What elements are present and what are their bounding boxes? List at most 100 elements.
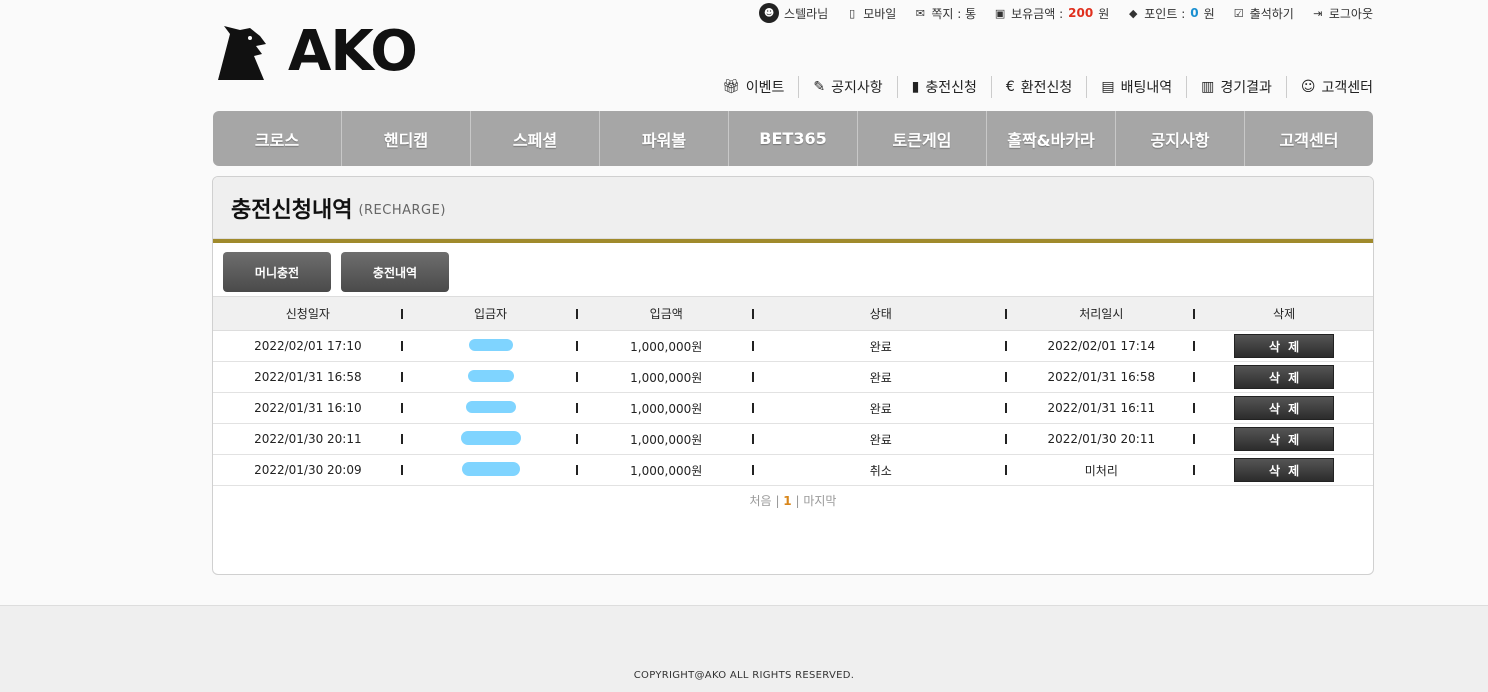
logout-icon: ⇥ [1313, 6, 1323, 20]
action-buttons: 머니충전 충전내역 [213, 243, 1373, 296]
header-processed: 처리일시 [1007, 297, 1195, 331]
top-utility-bar: ☻ 스텔라님 ▯ 모바일 ✉ 쪽지 : 통 ▣ 보유금액 : 200 원 ◆ 포인… [759, 3, 1373, 23]
panel-header: 충전신청내역 (RECHARGE) [213, 177, 1373, 239]
attendance-link[interactable]: ☑ 출석하기 [1233, 5, 1294, 22]
cell-date: 2022/02/01 17:10 [213, 330, 403, 362]
redacted-name [465, 400, 516, 413]
money-icon: ▣ [994, 6, 1006, 20]
redacted-name [460, 430, 521, 445]
cell-depositor [402, 361, 579, 393]
euro-icon: € [1005, 79, 1015, 95]
sublink-notice[interactable]: ✎ 공지사항 [798, 76, 896, 98]
cell-depositor [402, 392, 579, 424]
footer: COPYRIGHT@AKO ALL RIGHTS RESERVED. [0, 605, 1488, 692]
sublink-support[interactable]: ☺ 고객센터 [1285, 76, 1373, 98]
cell-amount: 1,000,000원 [578, 423, 755, 455]
cell-delete: 삭제 [1195, 392, 1373, 424]
edit-icon: ✎ [813, 79, 826, 95]
redacted-name [461, 461, 520, 476]
balance-value: 200 [1068, 6, 1094, 20]
cell-status: 완료 [754, 361, 1008, 393]
sublink-deposit[interactable]: ▮ 충전신청 [896, 76, 991, 98]
nav-item-notice[interactable]: 공지사항 [1115, 111, 1244, 166]
nav-item-cross[interactable]: 크로스 [213, 111, 341, 166]
cell-processed: 2022/01/31 16:58 [1007, 361, 1196, 393]
header-amount: 입금액 [578, 297, 754, 331]
nav-item-support[interactable]: 고객센터 [1244, 111, 1373, 166]
nav-item-special[interactable]: 스페셜 [470, 111, 599, 166]
avatar-icon: ☻ [759, 3, 780, 23]
points-value: 0 [1190, 6, 1199, 20]
pager-first[interactable]: 처음 [750, 494, 772, 508]
table-row: 2022/01/30 20:11 1,000,000원 완료 2022/01/3… [213, 423, 1373, 455]
mobile-link[interactable]: ▯ 모바일 [846, 5, 896, 22]
header-status: 상태 [754, 297, 1008, 331]
deposit-history-button[interactable]: 충전내역 [341, 252, 449, 292]
cell-amount: 1,000,000원 [578, 454, 755, 486]
cell-date: 2022/01/31 16:58 [213, 361, 403, 393]
site-logo[interactable]: AKO [216, 22, 418, 82]
table-row: 2022/01/31 16:10 1,000,000원 완료 2022/01/3… [213, 392, 1373, 424]
cell-delete: 삭제 [1195, 423, 1373, 455]
document-icon: ▤ [1101, 79, 1115, 95]
sublink-event[interactable]: 🎁︎ 이벤트 [708, 76, 798, 98]
cell-amount: 1,000,000원 [578, 392, 755, 424]
header-delete: 삭제 [1273, 307, 1296, 321]
money-deposit-button[interactable]: 머니충전 [223, 252, 331, 292]
redacted-name [467, 369, 514, 382]
sublink-results[interactable]: ▥ 경기결과 [1186, 76, 1286, 98]
sublink-bet-history[interactable]: ▤ 배팅내역 [1086, 76, 1186, 98]
table-row: 2022/01/31 16:58 1,000,000원 완료 2022/01/3… [213, 361, 1373, 393]
cell-status: 완료 [754, 423, 1008, 455]
cell-depositor [402, 454, 579, 486]
message-link[interactable]: ✉ 쪽지 : 통 [914, 5, 976, 22]
sublink-withdraw[interactable]: € 환전신청 [990, 76, 1086, 98]
nav-item-handicap[interactable]: 핸디캡 [341, 111, 470, 166]
delete-button[interactable]: 삭제 [1234, 427, 1335, 451]
cell-date: 2022/01/31 16:10 [213, 392, 403, 424]
cell-depositor [402, 423, 579, 455]
nav-item-bet365[interactable]: BET365 [728, 111, 857, 166]
smile-icon: ☺ [1300, 79, 1316, 95]
table-row: 2022/01/30 20:09 1,000,000원 취소 미처리 삭제 [213, 454, 1373, 486]
delete-button[interactable]: 삭제 [1234, 458, 1335, 482]
user-nickname[interactable]: ☻ 스텔라님 [759, 3, 828, 23]
cell-processed: 2022/01/31 16:11 [1007, 392, 1196, 424]
cell-delete: 삭제 [1195, 361, 1373, 393]
cell-status: 완료 [754, 330, 1008, 362]
points-display: ◆ 포인트 : 0원 [1129, 6, 1215, 21]
clipboard-icon: ▥ [1201, 79, 1215, 95]
header-date: 신청일자 [213, 297, 403, 331]
delete-button[interactable]: 삭제 [1234, 365, 1335, 389]
mobile-icon: ▯ [849, 6, 856, 20]
cell-processed: 2022/02/01 17:14 [1007, 330, 1196, 362]
secondary-links: 🎁︎ 이벤트 ✎ 공지사항 ▮ 충전신청 € 환전신청 ▤ 배팅내역 ▥ 경기결… [708, 76, 1373, 98]
cell-delete: 삭제 [1195, 330, 1373, 362]
logout-link[interactable]: ⇥ 로그아웃 [1312, 5, 1373, 22]
recharge-history-panel: 충전신청내역 (RECHARGE) 머니충전 충전내역 신청일자 입금자 입금액… [212, 176, 1374, 575]
recharge-table: 신청일자 입금자 입금액 상태 처리일시 삭제 2022/02/01 17:10… [213, 296, 1373, 486]
cell-status: 취소 [754, 454, 1008, 486]
diamond-icon: ◆ [1129, 6, 1138, 20]
cell-delete: 삭제 [1195, 454, 1373, 486]
pagination: 처음 | 1 | 마지막 [213, 492, 1373, 509]
nav-item-odd-even-baccarat[interactable]: 홀짝&바카라 [986, 111, 1115, 166]
cell-depositor [402, 330, 579, 362]
pager-current[interactable]: 1 [783, 494, 791, 508]
envelope-icon: ✉ [915, 6, 925, 20]
cell-processed: 2022/01/30 20:11 [1007, 423, 1196, 455]
delete-button[interactable]: 삭제 [1234, 334, 1335, 358]
cell-date: 2022/01/30 20:09 [213, 454, 403, 486]
table-header-row: 신청일자 입금자 입금액 상태 처리일시 삭제 [213, 296, 1373, 331]
pager-last[interactable]: 마지막 [803, 494, 836, 508]
deposit-icon: ▮ [911, 79, 920, 95]
page-title: 충전신청내역 [231, 197, 353, 223]
eagle-logo-icon [218, 26, 266, 80]
delete-button[interactable]: 삭제 [1234, 396, 1335, 420]
redacted-name [468, 338, 513, 351]
nav-item-token-game[interactable]: 토큰게임 [857, 111, 986, 166]
nav-item-powerball[interactable]: 파워볼 [599, 111, 728, 166]
calendar-check-icon: ☑ [1233, 6, 1244, 20]
cell-amount: 1,000,000원 [578, 361, 755, 393]
copyright-text: COPYRIGHT@AKO ALL RIGHTS RESERVED. [633, 670, 855, 681]
